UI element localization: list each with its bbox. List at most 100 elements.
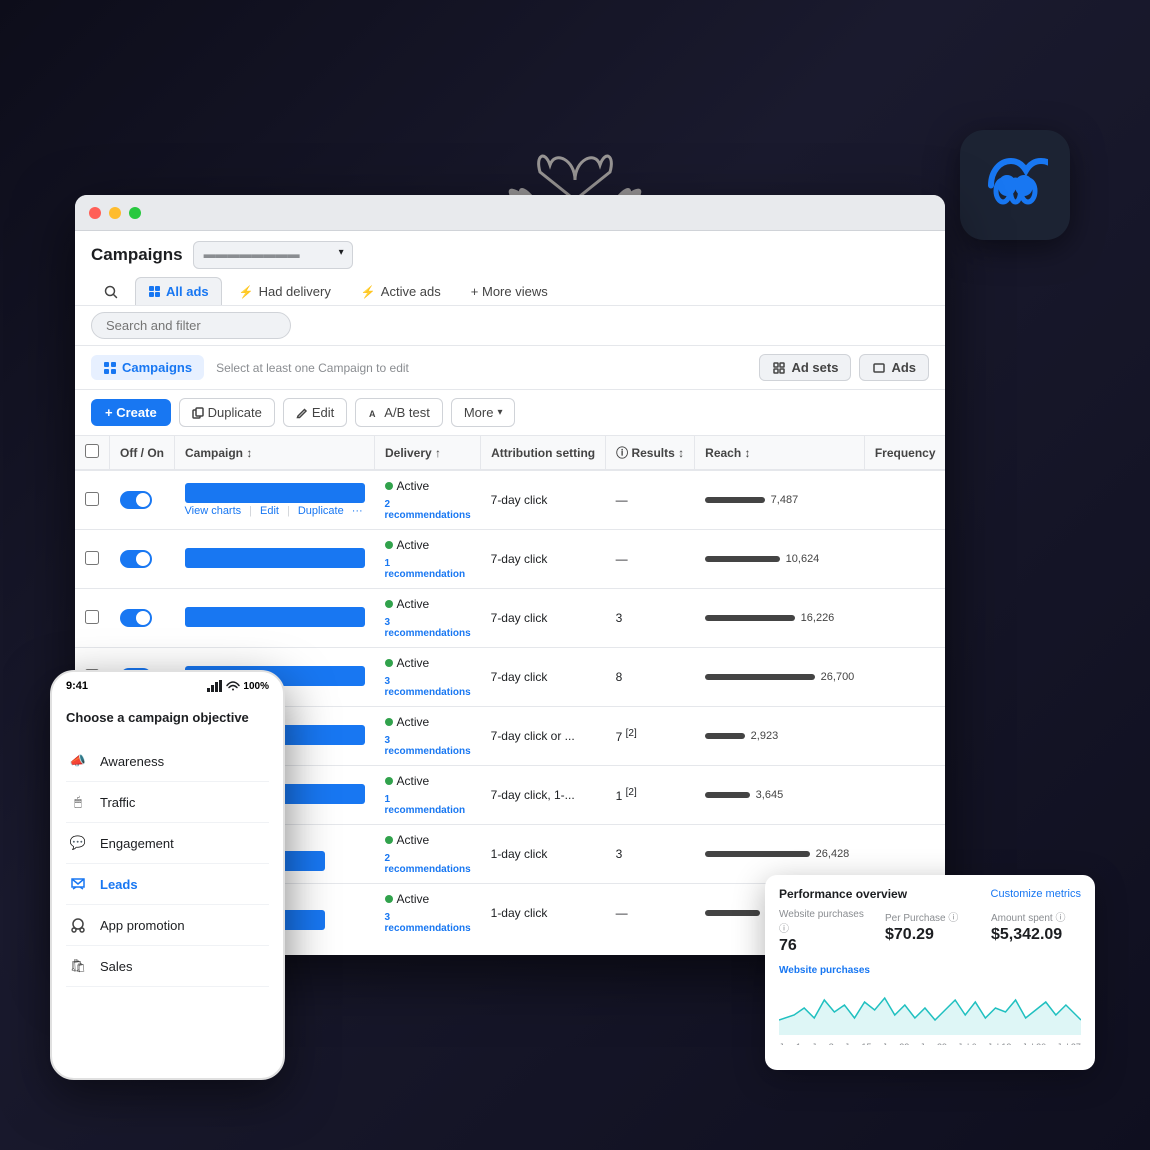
- more-icon[interactable]: ···: [352, 505, 363, 517]
- campaign-dropdown[interactable]: ▬▬▬▬▬▬▬▬ ▾: [193, 241, 353, 269]
- date-jun22: Jun 22: [882, 1042, 909, 1045]
- more-label: More: [464, 405, 494, 420]
- view-charts-link[interactable]: View charts: [185, 505, 242, 517]
- tab-all-ads[interactable]: All ads: [135, 277, 222, 305]
- row-checkbox[interactable]: [85, 551, 99, 565]
- perf-customize[interactable]: Customize metrics: [991, 888, 1081, 900]
- search-bar: [75, 306, 945, 346]
- sales-label: Sales: [100, 959, 133, 974]
- ab-test-label: A/B test: [384, 405, 430, 420]
- app-promotion-icon: [66, 913, 90, 937]
- campaign-name-cell: View charts | Edit | Duplicate ···: [175, 470, 375, 530]
- col-reach: Reach ↕: [695, 436, 865, 470]
- toggle-switch[interactable]: [120, 550, 152, 568]
- perf-metric-amount-spent-value: $5,342.09: [991, 926, 1081, 944]
- mobile-heading: Choose a campaign objective: [66, 710, 269, 725]
- date-jul27: Jul 27: [1057, 1042, 1081, 1045]
- engagement-icon: 💬: [66, 831, 90, 855]
- toolbar: + Create Duplicate Edit A A/B test: [75, 390, 945, 436]
- ab-test-button[interactable]: A A/B test: [355, 398, 443, 427]
- sales-icon: 🛍: [66, 954, 90, 978]
- perf-metrics: Website purchases ⓘ 76 Per Purchase ⓘ $7…: [779, 909, 1081, 955]
- objective-sales[interactable]: 🛍 Sales: [66, 946, 269, 987]
- col-attribution: Attribution setting: [481, 436, 606, 470]
- objective-awareness[interactable]: 📣 Awareness: [66, 741, 269, 782]
- row-checkbox[interactable]: [85, 610, 99, 624]
- levels-nav: Campaigns Select at least one Campaign t…: [75, 346, 945, 390]
- awareness-label: Awareness: [100, 754, 164, 769]
- mobile-signal: 100%: [207, 680, 269, 692]
- minimize-button-dot[interactable]: [109, 207, 121, 219]
- row-checkbox[interactable]: [85, 492, 99, 506]
- mobile-content: Choose a campaign objective 📣 Awareness …: [52, 696, 283, 1001]
- toggle-cell[interactable]: [110, 470, 175, 530]
- tab-more-views-label: + More views: [471, 284, 548, 299]
- date-jul6: Jul 6: [958, 1042, 977, 1045]
- chart-dates: Jun 1 Jun 8 Jun 15 Jun 22 Jun 29 Jul 6 J…: [779, 1042, 1081, 1045]
- duplicate-button[interactable]: Duplicate: [179, 398, 275, 427]
- results-cell: —: [606, 470, 695, 530]
- duplicate-link[interactable]: Duplicate: [298, 505, 344, 517]
- tab-more-views[interactable]: + More views: [458, 277, 561, 305]
- close-button-dot[interactable]: [89, 207, 101, 219]
- select-all-checkbox[interactable]: [85, 444, 99, 458]
- search-input[interactable]: [91, 312, 291, 339]
- edit-button[interactable]: Edit: [283, 398, 347, 427]
- perf-title: Performance overview: [779, 887, 907, 901]
- level-campaigns[interactable]: Campaigns: [91, 355, 204, 380]
- tab-search[interactable]: [91, 278, 131, 305]
- perf-metric-purchases-label: Website purchases ⓘ: [779, 909, 869, 935]
- leads-icon: [66, 872, 90, 896]
- edit-link[interactable]: Edit: [260, 505, 279, 517]
- perf-metric-per-purchase-label: Per Purchase ⓘ: [885, 909, 975, 924]
- chart-svg: [779, 980, 1081, 1035]
- frequency-cell: [864, 470, 945, 530]
- edit-label: Edit: [312, 405, 334, 420]
- level-campaigns-label: Campaigns: [122, 360, 192, 375]
- tab-had-delivery[interactable]: ⚡ Had delivery: [226, 277, 344, 305]
- performance-chart: Website purchases Jun 1 Jun 8 Jun 15 Jun…: [779, 965, 1081, 1045]
- duplicate-label: Duplicate: [208, 405, 262, 420]
- perf-metric-per-purchase: Per Purchase ⓘ $70.29: [885, 909, 975, 955]
- col-checkbox[interactable]: [75, 436, 110, 470]
- attribution-cell: 7-day click: [481, 470, 606, 530]
- level-adsets[interactable]: Ad sets: [759, 354, 851, 381]
- campaigns-header: Campaigns ▬▬▬▬▬▬▬▬ ▾: [75, 231, 945, 306]
- app-promotion-label: App promotion: [100, 918, 185, 933]
- perf-metric-amount-spent: Amount spent ⓘ $5,342.09: [991, 909, 1081, 955]
- perf-header: Performance overview Customize metrics: [779, 887, 1081, 901]
- traffic-label: Traffic: [100, 795, 135, 810]
- mobile-time: 9:41: [66, 680, 88, 692]
- objective-traffic[interactable]: 🖱 Traffic: [66, 782, 269, 823]
- more-button[interactable]: More ▾: [451, 398, 516, 427]
- mobile-status-bar: 9:41 100%: [52, 672, 283, 696]
- tab-active-ads[interactable]: ⚡ Active ads: [348, 277, 454, 305]
- level-ads[interactable]: Ads: [859, 354, 929, 381]
- col-delivery: Delivery ↑: [375, 436, 481, 470]
- objective-engagement[interactable]: 💬 Engagement: [66, 823, 269, 864]
- engagement-label: Engagement: [100, 836, 174, 851]
- chart-label: Website purchases: [779, 965, 1081, 976]
- perf-metric-amount-spent-label: Amount spent ⓘ: [991, 909, 1081, 924]
- traffic-icon: 🖱: [66, 790, 90, 814]
- col-campaign: Campaign ↕: [175, 436, 375, 470]
- table-row: Active3 recommendations 7-day click 3 16…: [75, 589, 945, 648]
- mobile-phone: 9:41 100% Choose a campaign objective 📣 …: [50, 670, 285, 1080]
- date-jul20: Jul 20: [1022, 1042, 1046, 1045]
- objective-leads[interactable]: Leads: [66, 864, 269, 905]
- objective-app-promotion[interactable]: App promotion: [66, 905, 269, 946]
- toggle-switch[interactable]: [120, 609, 152, 627]
- level-ads-label: Ads: [891, 360, 916, 375]
- maximize-button-dot[interactable]: [129, 207, 141, 219]
- toggle-switch[interactable]: [120, 491, 152, 509]
- col-frequency: Frequency: [864, 436, 945, 470]
- date-jun29: Jun 29: [920, 1042, 947, 1045]
- col-off-on: Off / On: [110, 436, 175, 470]
- tab-active-ads-label: Active ads: [381, 284, 441, 299]
- col-results: ⓘ Results ↕: [606, 436, 695, 470]
- browser-titlebar: [75, 195, 945, 231]
- row-checkbox-cell[interactable]: [75, 470, 110, 530]
- create-button[interactable]: + Create: [91, 399, 171, 426]
- table-row: View charts | Edit | Duplicate ··· Activ…: [75, 470, 945, 530]
- edit-hint: Select at least one Campaign to edit: [216, 361, 409, 375]
